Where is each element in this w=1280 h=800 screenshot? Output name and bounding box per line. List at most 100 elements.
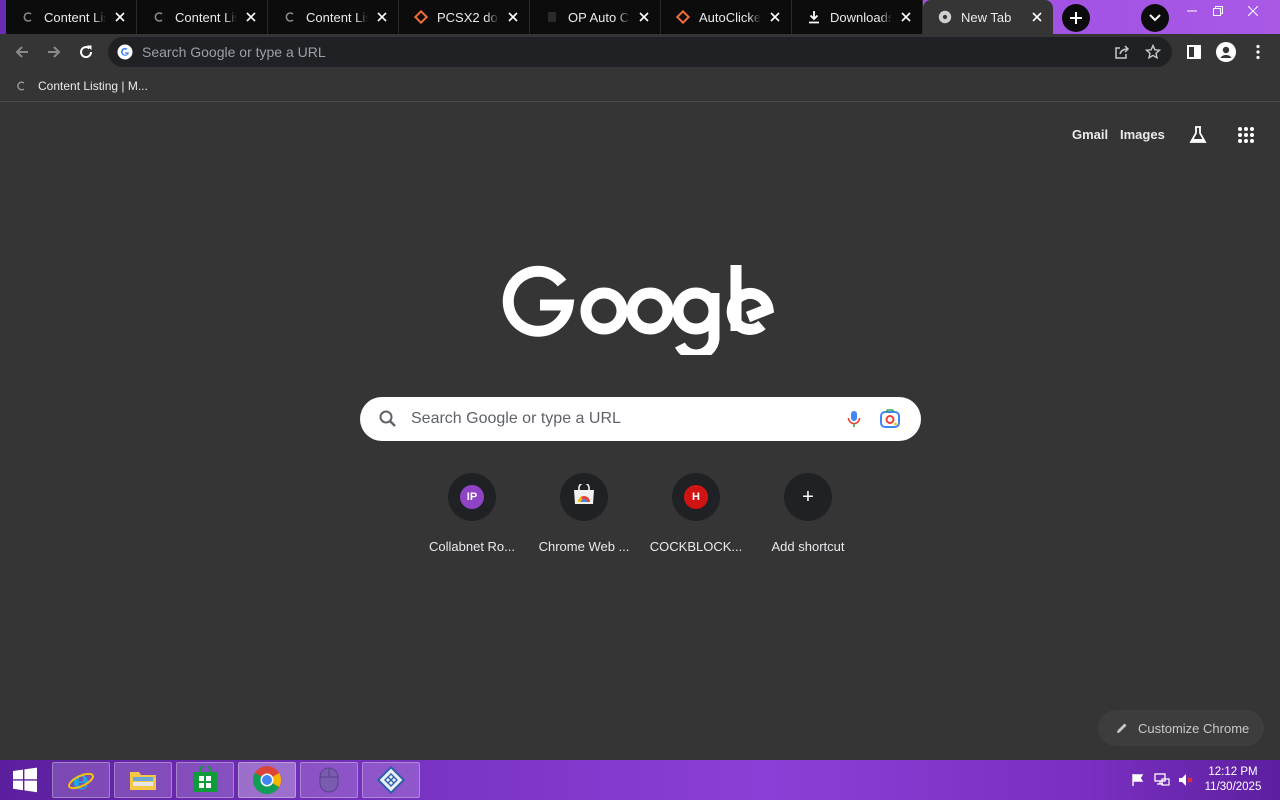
tab-title: OP Auto Clicker — [568, 9, 630, 25]
tab-downloads[interactable]: Downloads — [792, 0, 923, 34]
plus-icon — [1070, 12, 1082, 24]
shortcut-tile: IP — [448, 473, 496, 521]
mouse-icon — [319, 767, 339, 793]
tab-content-listing-3[interactable]: Content Listing | M — [268, 0, 399, 34]
pencil-icon — [1114, 720, 1130, 736]
close-icon[interactable] — [243, 9, 259, 25]
internet-explorer-icon: e — [68, 766, 94, 795]
images-link[interactable]: Images — [1120, 127, 1165, 142]
content-favicon — [20, 9, 36, 25]
tab-pcsx2[interactable]: PCSX2 download — [399, 0, 530, 34]
tab-content-listing-1[interactable]: Content Listing | M — [6, 0, 137, 34]
taskbar-internet-explorer[interactable]: e — [52, 762, 110, 798]
tab-title: Content Listing | M — [306, 9, 368, 25]
shortcut-label: Collabnet Ro... — [429, 539, 515, 554]
shortcut-badge: H — [684, 485, 708, 509]
tab-title: PCSX2 download — [437, 9, 499, 25]
tab-list: Content Listing | M Content Listing | M … — [6, 0, 1053, 34]
tab-op-auto-clicker[interactable]: OP Auto Clicker — [530, 0, 661, 34]
clock-date: 11/30/2025 — [1204, 781, 1262, 793]
taskbar-store[interactable] — [176, 762, 234, 798]
grid-app-icon — [376, 765, 406, 795]
tab-autoclicker[interactable]: AutoClicker download — [661, 0, 792, 34]
chrome-icon — [937, 9, 953, 25]
network-icon[interactable] — [1154, 772, 1170, 788]
close-icon[interactable] — [374, 9, 390, 25]
tab-strip: Content Listing | M Content Listing | M … — [0, 0, 1280, 34]
close-icon[interactable] — [1029, 9, 1045, 25]
share-icon[interactable] — [1112, 42, 1132, 62]
reload-button[interactable] — [72, 38, 100, 66]
ntp-search-box[interactable]: Search Google or type a URL — [360, 397, 921, 441]
plus-icon: + — [802, 485, 814, 508]
minimize-icon — [1187, 10, 1197, 12]
side-panel-icon — [1187, 45, 1201, 59]
shortcut-collabnet[interactable]: IP Collabnet Ro... — [416, 473, 528, 563]
tab-search-button[interactable] — [1141, 4, 1169, 32]
google-apps-icon[interactable] — [1234, 123, 1258, 147]
svg-text:e: e — [73, 766, 90, 795]
flag-icon[interactable] — [1130, 772, 1146, 788]
tab-title: Downloads — [830, 9, 892, 25]
taskbar-grid-app[interactable] — [362, 762, 420, 798]
forward-button[interactable] — [40, 38, 68, 66]
profile-button[interactable] — [1212, 38, 1240, 66]
close-icon[interactable] — [636, 9, 652, 25]
tab-content-listing-2[interactable]: Content Listing | M — [137, 0, 268, 34]
new-tab-button[interactable] — [1062, 4, 1090, 32]
google-g-icon — [117, 44, 133, 60]
labs-flask-icon[interactable] — [1186, 123, 1210, 147]
toolbar: Search Google or type a URL — [0, 34, 1280, 70]
bookmarks-bar: Content Listing | M... — [0, 70, 1280, 102]
shortcut-cockblock[interactable]: H COCKBLOCK... — [640, 473, 752, 563]
volume-muted-icon[interactable] — [1178, 772, 1194, 788]
search-placeholder: Search Google or type a URL — [411, 410, 621, 427]
close-icon — [1248, 6, 1258, 16]
add-shortcut-button[interactable]: + Add shortcut — [752, 473, 864, 563]
arrow-right-icon — [48, 46, 61, 58]
folder-icon — [130, 772, 156, 790]
window-close-button[interactable] — [1230, 0, 1276, 22]
google-lens-icon[interactable] — [879, 409, 901, 429]
close-icon[interactable] — [767, 9, 783, 25]
arrow-left-icon — [15, 46, 28, 58]
address-bar[interactable]: Search Google or type a URL — [108, 37, 1172, 67]
shortcut-chrome-web-store[interactable]: Chrome Web ... — [528, 473, 640, 563]
content-favicon — [14, 79, 28, 93]
google-logo — [500, 255, 780, 361]
customize-chrome-button[interactable]: Customize Chrome — [1098, 710, 1264, 746]
gmail-link[interactable]: Gmail — [1072, 127, 1108, 142]
diamond-favicon — [675, 9, 691, 25]
clock-time: 12:12 PM — [1208, 766, 1258, 778]
close-icon[interactable] — [898, 9, 914, 25]
tab-new-tab[interactable]: New Tab — [923, 0, 1053, 34]
menu-button[interactable] — [1244, 38, 1272, 66]
reload-icon — [80, 45, 93, 59]
system-clock[interactable]: 12:12 PM 11/30/2025 — [1198, 765, 1268, 795]
side-panel-button[interactable] — [1180, 38, 1208, 66]
tab-title: Content Listing | M — [44, 9, 106, 25]
download-icon — [806, 9, 822, 25]
star-icon[interactable] — [1143, 42, 1163, 62]
shortcut-tile: + — [784, 473, 832, 521]
windows-logo-icon — [13, 767, 37, 793]
content-favicon — [282, 9, 298, 25]
web-store-icon — [572, 481, 596, 511]
shortcut-label: COCKBLOCK... — [649, 539, 743, 554]
taskbar: e 12:12 PM 11/30/2025 — [0, 760, 1280, 800]
start-button[interactable] — [0, 760, 50, 800]
close-icon[interactable] — [112, 9, 128, 25]
tab-title: New Tab — [961, 9, 1012, 25]
close-icon[interactable] — [505, 9, 521, 25]
taskbar-chrome[interactable] — [238, 762, 296, 798]
address-bar-placeholder: Search Google or type a URL — [142, 44, 326, 60]
microphone-icon[interactable] — [844, 409, 864, 429]
avatar-icon — [1216, 42, 1236, 62]
restore-icon — [1213, 6, 1223, 16]
back-button[interactable] — [8, 38, 36, 66]
taskbar-file-explorer[interactable] — [114, 762, 172, 798]
bookmark-item[interactable]: Content Listing | M... — [14, 76, 148, 96]
shortcut-label: Add shortcut — [771, 539, 845, 554]
tab-title: Content Listing | M — [175, 9, 237, 25]
taskbar-mouse-app[interactable] — [300, 762, 358, 798]
